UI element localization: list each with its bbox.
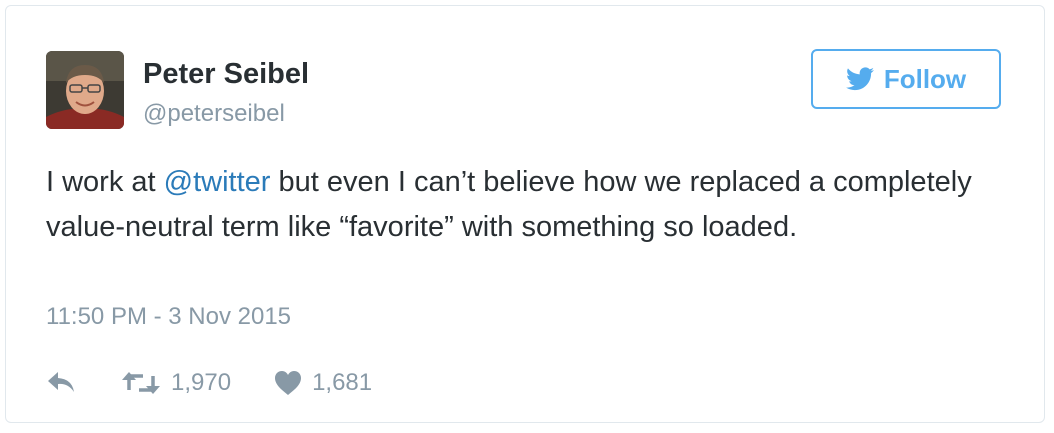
tweet-text: I work at @twitter but even I can’t beli… [46,160,1006,250]
reply-button[interactable] [46,370,78,396]
twitter-bird-icon [845,67,874,91]
retweet-icon [121,370,161,396]
avatar[interactable] [46,51,124,129]
reply-icon [46,370,78,396]
like-count: 1,681 [312,369,373,396]
retweet-button[interactable]: 1,970 [121,369,231,397]
author-handle[interactable]: @peterseibel [143,100,285,128]
like-button[interactable]: 1,681 [274,369,372,397]
tweet-text-before: I work at [46,166,164,198]
tweet-card: Peter Seibel @peterseibel Follow I work … [5,5,1045,423]
tweet-timestamp[interactable]: 11:50 PM - 3 Nov 2015 [46,303,291,331]
tweet-actions: 1,970 1,681 [46,363,372,403]
follow-label: Follow [883,63,967,94]
follow-button[interactable]: Follow [811,49,1001,109]
author-name[interactable]: Peter Seibel [143,58,309,91]
retweet-count: 1,970 [171,369,232,396]
mention-link[interactable]: @twitter [164,166,271,198]
heart-icon [274,370,302,396]
